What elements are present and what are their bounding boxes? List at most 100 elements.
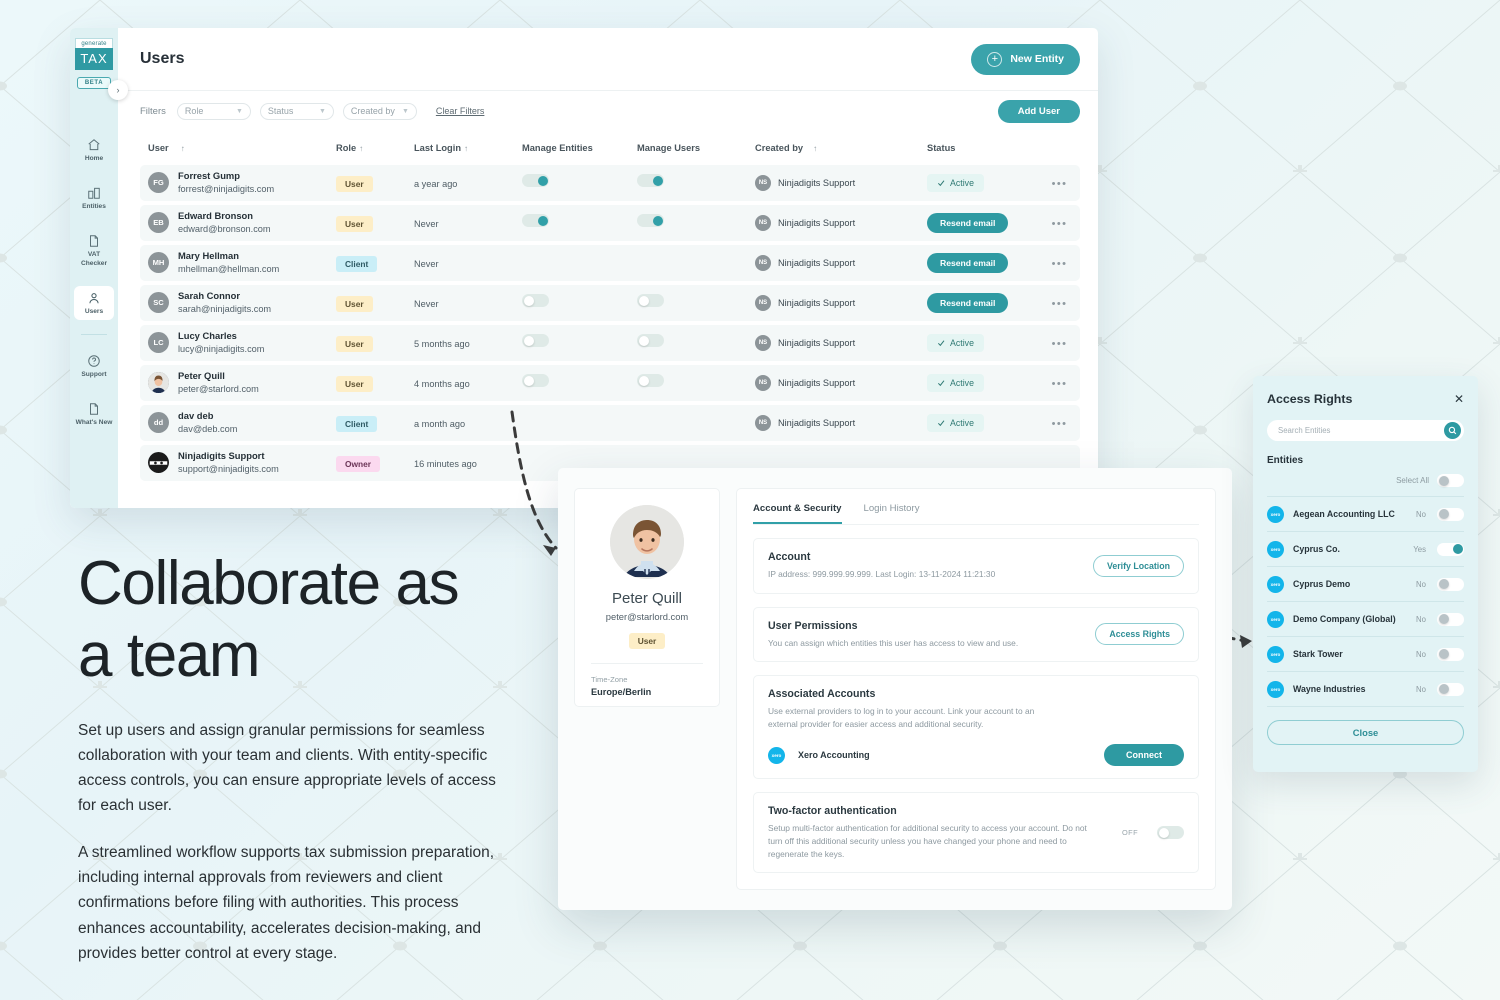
new-entity-button[interactable]: + New Entity xyxy=(971,43,1080,75)
logo-generate-text: generate xyxy=(75,38,113,48)
access-panel-header: Access Rights ✕ xyxy=(1267,392,1464,406)
filter-select-created-by[interactable]: Created by ▼ xyxy=(342,102,417,120)
status-badge: Active xyxy=(927,174,984,192)
resend-email-button[interactable]: Resend email xyxy=(927,213,1009,233)
clear-filters-link[interactable]: Clear Filters xyxy=(436,106,485,116)
column-header-last-login[interactable]: Last Login ↑ xyxy=(414,143,522,153)
account-title: Account xyxy=(768,551,811,563)
access-rights-button[interactable]: Access Rights xyxy=(1095,623,1184,646)
connect-button[interactable]: Connect xyxy=(1104,744,1184,767)
row-toggle[interactable] xyxy=(522,374,549,387)
toggle-knob xyxy=(523,335,534,346)
toggle-knob xyxy=(523,295,534,306)
toggle-knob xyxy=(1438,614,1449,624)
filter-select-role[interactable]: Role ▼ xyxy=(176,102,251,120)
last-login-value: Never xyxy=(414,299,439,309)
avatar: MH xyxy=(148,252,169,274)
column-header-status: Status xyxy=(927,143,1039,153)
resend-email-button[interactable]: Resend email xyxy=(927,293,1009,313)
account-meta: IP address: 999.999.99.999. Last Login: … xyxy=(768,569,996,579)
role-badge: User xyxy=(336,296,373,312)
tab-login-history[interactable]: Login History xyxy=(864,503,920,524)
row-toggle[interactable] xyxy=(522,214,549,227)
column-header-user[interactable]: User ↑ xyxy=(140,143,336,153)
row-menu-button[interactable]: ••• xyxy=(1052,418,1068,430)
two-factor-toggle[interactable] xyxy=(1157,826,1184,840)
entity-row[interactable]: xero Wayne Industries No xyxy=(1267,672,1464,707)
entity-row[interactable]: xero Cyprus Co. Yes xyxy=(1267,532,1464,567)
creator-avatar: NS xyxy=(755,255,771,271)
table-row[interactable]: SC Sarah Connor sarah@ninjadigits.com User N… xyxy=(140,285,1080,321)
row-menu-button[interactable]: ••• xyxy=(1052,338,1068,350)
close-icon[interactable]: ✕ xyxy=(1454,392,1464,406)
row-toggle[interactable] xyxy=(522,334,549,347)
row-toggle[interactable] xyxy=(522,294,549,307)
chevron-down-icon: ▼ xyxy=(318,107,326,115)
table-row[interactable]: dd dav deb dav@deb.com Client a month ago NS N… xyxy=(140,405,1080,441)
avatar: EB xyxy=(148,212,169,234)
creator-name: Ninjadigits Support xyxy=(778,218,856,228)
row-toggle[interactable] xyxy=(522,174,549,187)
user-icon xyxy=(89,293,99,304)
row-menu-button[interactable]: ••• xyxy=(1052,178,1068,190)
row-toggle[interactable] xyxy=(637,374,664,387)
sidebar-item-support[interactable]: Support xyxy=(74,349,114,383)
sidebar-nav: Home Entities VAT Checker Users Support … xyxy=(70,133,118,446)
entity-row[interactable]: xero Aegean Accounting LLC No xyxy=(1267,497,1464,532)
add-user-button[interactable]: Add User xyxy=(997,99,1080,123)
entity-row[interactable]: xero Stark Tower No xyxy=(1267,637,1464,672)
column-header-created-by[interactable]: Created by ↑ xyxy=(755,143,927,153)
two-factor-state-label: OFF xyxy=(1122,828,1138,838)
entity-toggle[interactable] xyxy=(1437,612,1464,626)
table-row[interactable]: FG Forrest Gump forrest@ninjadigits.com Use… xyxy=(140,165,1080,201)
provider-row: xero Xero Accounting Connect xyxy=(768,744,1184,767)
entity-toggle[interactable] xyxy=(1437,647,1464,661)
user-text: Ninjadigits Support support@ninjadigits.c… xyxy=(178,450,279,475)
entity-toggle[interactable] xyxy=(1437,577,1464,591)
sidebar-item-whats-new[interactable]: What's New xyxy=(74,397,114,431)
entity-toggle[interactable] xyxy=(1437,682,1464,696)
entity-name: Aegean Accounting LLC xyxy=(1293,509,1395,519)
entity-toggle[interactable] xyxy=(1437,542,1464,556)
search-button[interactable] xyxy=(1444,422,1461,439)
entity-row[interactable]: xero Cyprus Demo No xyxy=(1267,567,1464,602)
sidebar-item-users[interactable]: Users xyxy=(74,285,114,321)
column-header-role[interactable]: Role ↑ xyxy=(336,143,414,153)
row-menu-button[interactable]: ••• xyxy=(1052,298,1068,310)
sidebar-item-vat-checker[interactable]: VAT Checker xyxy=(74,229,114,271)
table-row[interactable]: EB Edward Bronson edward@bronson.com User Ne… xyxy=(140,205,1080,241)
avatar: FG xyxy=(148,172,169,194)
entity-toggle[interactable] xyxy=(1437,507,1464,521)
row-menu-button[interactable]: ••• xyxy=(1052,258,1068,270)
row-toggle[interactable] xyxy=(637,334,664,347)
creator-avatar: NS xyxy=(755,295,771,311)
filter-select-status[interactable]: Status ▼ xyxy=(259,102,334,120)
toggle-knob xyxy=(652,215,663,226)
creator-avatar: NS xyxy=(755,175,771,191)
resend-email-button[interactable]: Resend email xyxy=(927,253,1009,273)
table-row[interactable]: MH Mary Hellman mhellman@hellman.com Client… xyxy=(140,245,1080,281)
verify-location-button[interactable]: Verify Location xyxy=(1092,554,1184,577)
row-menu-button[interactable]: ••• xyxy=(1052,378,1068,390)
search-entities-field[interactable] xyxy=(1267,420,1464,441)
close-panel-button[interactable]: Close xyxy=(1267,720,1464,745)
tab-account-security[interactable]: Account & Security xyxy=(753,503,842,524)
cell-actions: ••• xyxy=(1039,414,1080,432)
cell-last-login: a year ago xyxy=(414,174,522,192)
brand-logo[interactable]: generate TAX xyxy=(75,38,113,70)
sidebar-collapse-toggle[interactable]: › xyxy=(108,80,128,100)
status-badge: Active xyxy=(927,334,984,352)
select-all-toggle[interactable] xyxy=(1437,474,1464,487)
row-toggle[interactable] xyxy=(637,294,664,307)
row-toggle[interactable] xyxy=(637,174,664,187)
search-input[interactable] xyxy=(1278,426,1444,435)
sidebar-item-entities[interactable]: Entities xyxy=(74,181,114,215)
cell-manage-entities xyxy=(522,214,637,232)
cell-manage-users xyxy=(637,214,755,232)
sidebar-item-home[interactable]: Home xyxy=(74,133,114,167)
table-row[interactable]: Peter Quill peter@starlord.com User 4 month… xyxy=(140,365,1080,401)
entity-row[interactable]: xero Demo Company (Global) No xyxy=(1267,602,1464,637)
row-toggle[interactable] xyxy=(637,214,664,227)
table-row[interactable]: LC Lucy Charles lucy@ninjadigits.com User 5 … xyxy=(140,325,1080,361)
row-menu-button[interactable]: ••• xyxy=(1052,218,1068,230)
